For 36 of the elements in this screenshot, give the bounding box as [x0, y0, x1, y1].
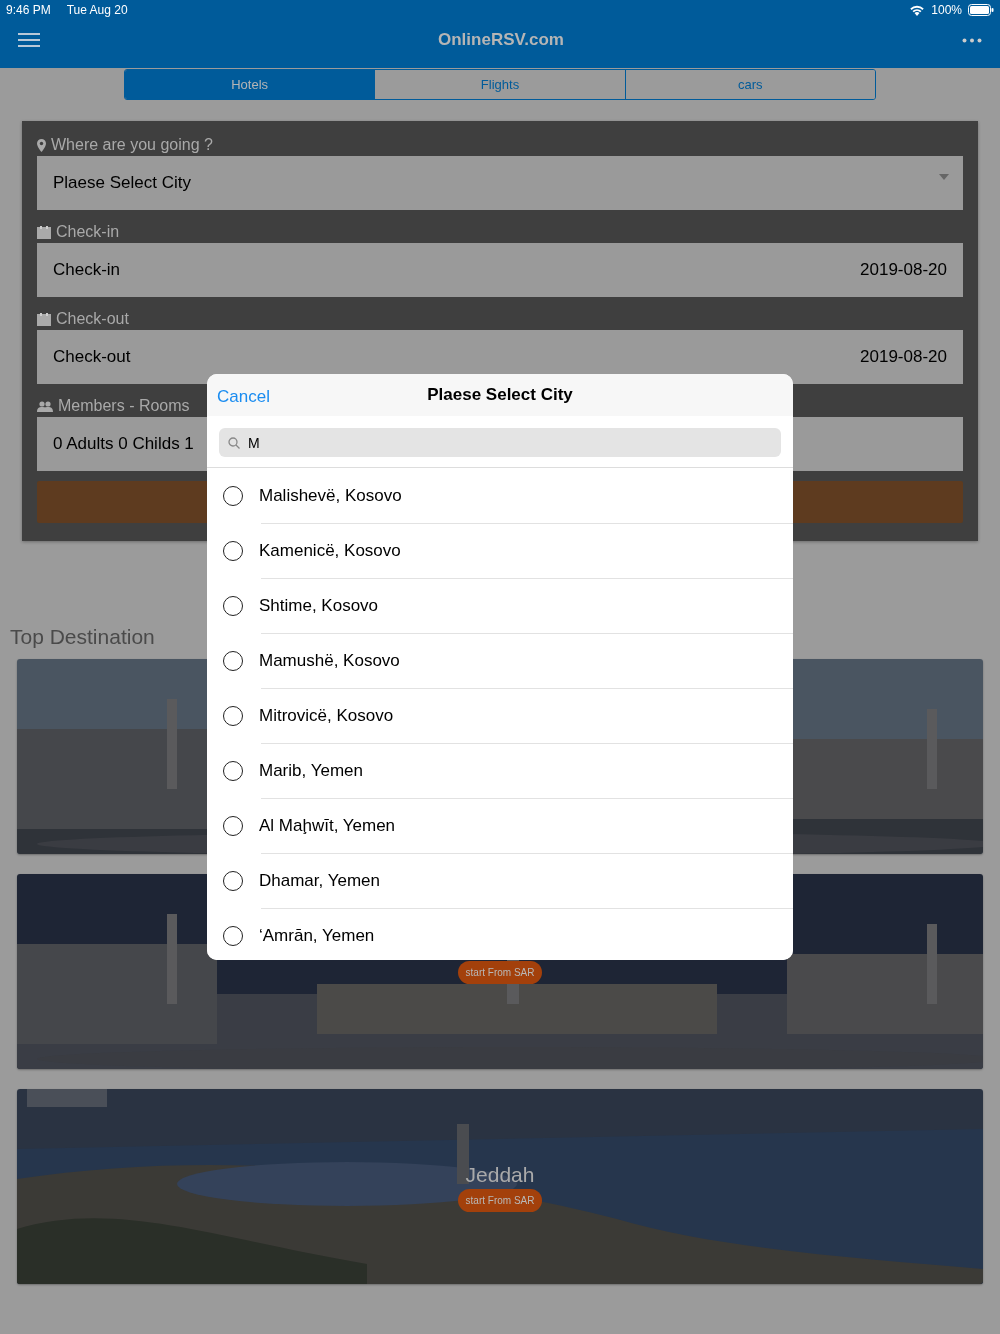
city-option[interactable]: Marib, Yemen	[259, 760, 363, 781]
caret-icon	[939, 174, 949, 180]
city-option[interactable]: Kamenicë, Kosovo	[259, 540, 401, 561]
city-option[interactable]: Mitrovicë, Kosovo	[259, 705, 394, 726]
pin-icon	[37, 138, 46, 152]
wifi-icon	[909, 4, 926, 16]
field-label: Check-in	[56, 223, 120, 241]
field-label: Members - Rooms	[58, 397, 190, 415]
dialog-title: Plaese Select City	[427, 385, 573, 405]
field-label: Check-out	[56, 310, 129, 328]
city-option[interactable]: Al Maḩwīt, Yemen	[259, 815, 396, 836]
price-badge: start From SAR	[457, 961, 543, 984]
city-option[interactable]: ‘Amrān, Yemen	[259, 925, 375, 946]
city-option[interactable]: Shtime, Kosovo	[259, 595, 379, 616]
battery-percent: 100%	[931, 3, 962, 17]
battery-icon	[968, 4, 994, 16]
city-option[interactable]: Dhamar, Yemen	[259, 870, 380, 891]
section-title: Top Destination	[10, 625, 156, 650]
status-date: Tue Aug 20	[66, 3, 128, 17]
calendar-icon	[37, 312, 51, 326]
search-icon	[228, 436, 240, 449]
field-label: Where are you going ?	[51, 136, 213, 154]
date-field[interactable]: Check-in 2019-08-20	[37, 243, 963, 297]
city-dropdown[interactable]: Plaese Select City	[37, 156, 963, 210]
app-title: OnlineRSV.com	[438, 30, 564, 50]
city-option[interactable]: Mamushë, Kosovo	[259, 650, 400, 671]
status-time: 9:46 PM	[6, 3, 51, 17]
price-badge: start From SAR	[457, 1189, 543, 1212]
people-icon	[37, 400, 53, 412]
search-field[interactable]: M	[219, 428, 781, 457]
destination-name: Jeddah	[465, 1163, 535, 1187]
tab[interactable]: Hotels	[125, 70, 375, 99]
menu-icon[interactable]	[18, 32, 40, 48]
calendar-icon	[37, 225, 51, 239]
more-icon[interactable]	[962, 37, 982, 43]
city-option[interactable]: Malishevë, Kosovo	[259, 485, 402, 506]
